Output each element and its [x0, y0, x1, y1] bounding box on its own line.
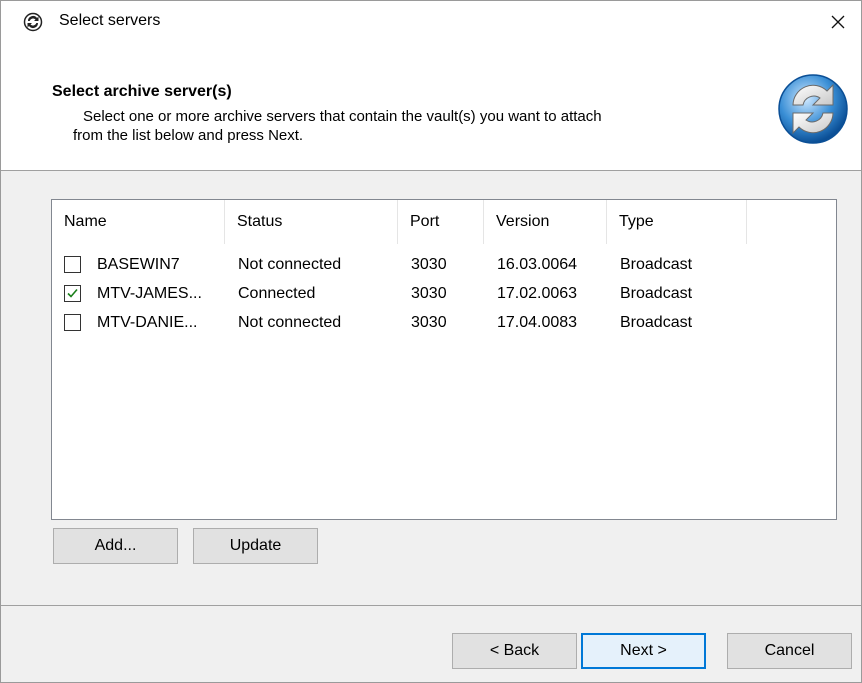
list-header: Name Status Port Version Type: [52, 200, 836, 244]
archive-server-list[interactable]: Name Status Port Version Type BASEWIN7 N…: [51, 199, 837, 520]
server-name: BASEWIN7: [97, 255, 180, 273]
window-title: Select servers: [59, 12, 161, 29]
server-checkbox[interactable]: [64, 314, 81, 331]
column-header-type[interactable]: Type: [607, 200, 747, 244]
update-button[interactable]: Update: [193, 528, 318, 564]
description-line-1: Select one or more archive servers that …: [83, 108, 602, 125]
page-title: Select archive server(s): [52, 83, 232, 100]
app-icon: [23, 12, 43, 32]
server-row[interactable]: BASEWIN7 Not connected 3030 16.03.0064 B…: [52, 250, 836, 279]
close-button[interactable]: [815, 1, 861, 43]
column-header-version[interactable]: Version: [484, 200, 607, 244]
server-status: Connected: [238, 284, 316, 302]
wizard-header: Select archive server(s) Select one or m…: [1, 43, 861, 171]
checkmark-icon: [67, 288, 78, 298]
server-port: 3030: [411, 313, 447, 331]
description-line-2: from the list below and press Next.: [73, 127, 304, 144]
server-type: Broadcast: [620, 255, 693, 273]
server-name: MTV-DANIE...: [97, 313, 198, 331]
title-bar[interactable]: Select servers: [1, 1, 861, 43]
server-port: 3030: [411, 255, 447, 273]
server-status: Not connected: [238, 255, 342, 273]
server-row[interactable]: MTV-DANIE... Not connected 3030 17.04.00…: [52, 308, 836, 337]
server-version: 17.02.0063: [497, 284, 578, 302]
server-status: Not connected: [238, 313, 342, 331]
page-description: Select one or more archive servers that …: [73, 107, 763, 145]
close-icon: [831, 15, 845, 29]
server-name: MTV-JAMES...: [97, 284, 202, 302]
back-button[interactable]: < Back: [452, 633, 577, 669]
sync-icon: [777, 73, 849, 145]
server-version: 16.03.0064: [497, 255, 578, 273]
server-port: 3030: [411, 284, 447, 302]
column-header-name[interactable]: Name: [52, 200, 225, 244]
column-header-status[interactable]: Status: [225, 200, 398, 244]
add-server-button[interactable]: Add...: [53, 528, 178, 564]
server-checkbox[interactable]: [64, 256, 81, 273]
server-type: Broadcast: [620, 284, 693, 302]
server-type: Broadcast: [620, 313, 693, 331]
footer-divider: [1, 605, 861, 606]
column-header-port[interactable]: Port: [398, 200, 484, 244]
server-row[interactable]: MTV-JAMES... Connected 3030 17.02.0063 B…: [52, 279, 836, 308]
cancel-button[interactable]: Cancel: [727, 633, 852, 669]
select-servers-dialog: Select servers Select archive server(s) …: [0, 0, 862, 683]
server-version: 17.04.0083: [497, 313, 578, 331]
server-checkbox[interactable]: [64, 285, 81, 302]
next-button[interactable]: Next >: [581, 633, 706, 669]
